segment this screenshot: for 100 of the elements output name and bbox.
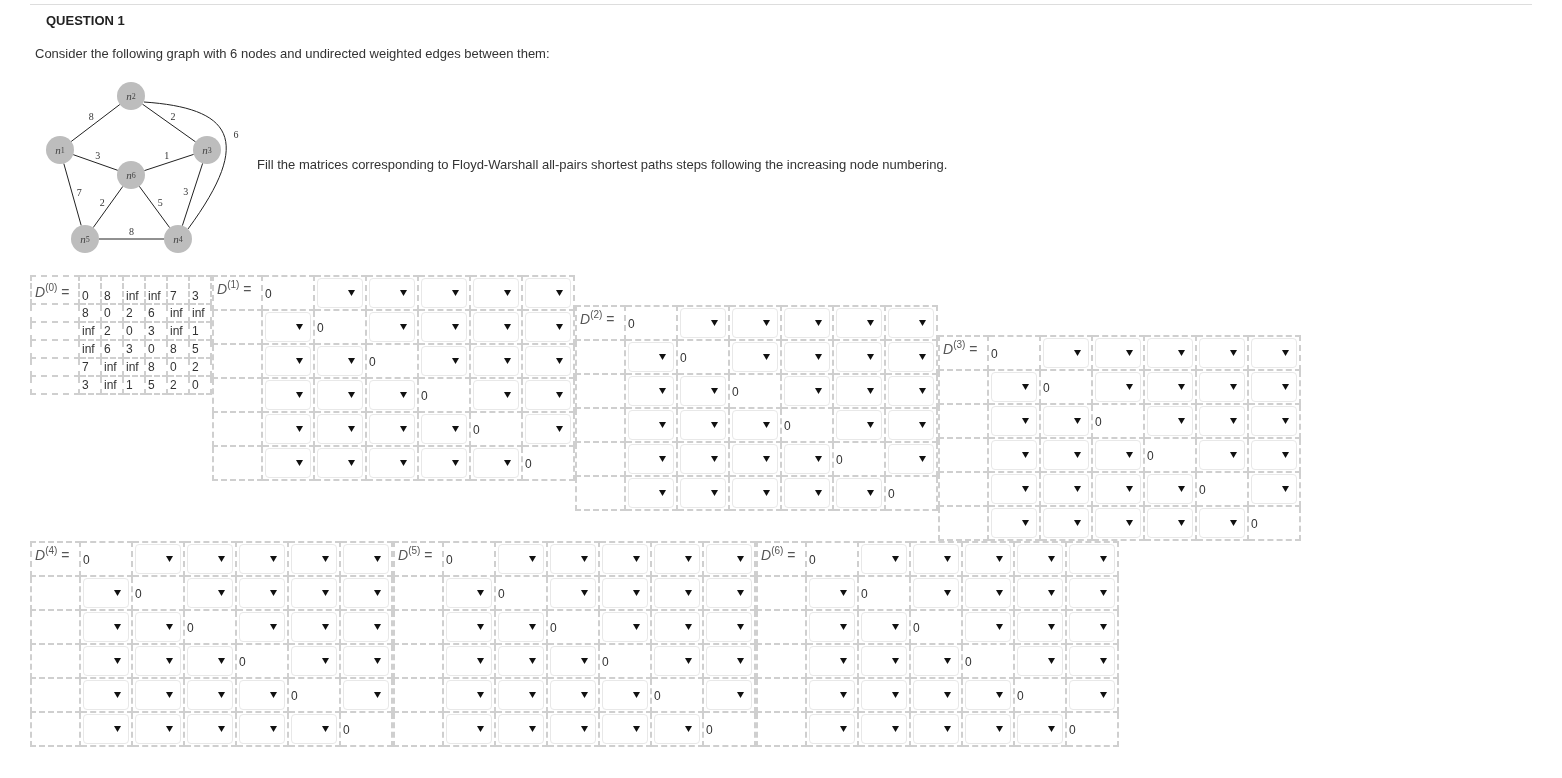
dropdown[interactable] bbox=[473, 448, 519, 478]
dropdown[interactable] bbox=[291, 578, 337, 608]
dropdown[interactable] bbox=[680, 308, 726, 338]
dropdown[interactable] bbox=[369, 448, 415, 478]
dropdown[interactable] bbox=[498, 544, 544, 574]
dropdown[interactable] bbox=[1069, 544, 1115, 574]
dropdown[interactable] bbox=[525, 312, 571, 342]
dropdown[interactable] bbox=[654, 646, 700, 676]
dropdown[interactable] bbox=[550, 544, 596, 574]
dropdown[interactable] bbox=[706, 578, 752, 608]
dropdown[interactable] bbox=[991, 406, 1037, 436]
dropdown[interactable] bbox=[1017, 714, 1063, 744]
dropdown[interactable] bbox=[602, 714, 648, 744]
dropdown[interactable] bbox=[836, 410, 882, 440]
dropdown[interactable] bbox=[913, 680, 959, 710]
dropdown[interactable] bbox=[317, 448, 363, 478]
dropdown[interactable] bbox=[809, 612, 855, 642]
dropdown[interactable] bbox=[187, 680, 233, 710]
dropdown[interactable] bbox=[498, 680, 544, 710]
dropdown[interactable] bbox=[83, 646, 129, 676]
dropdown[interactable] bbox=[83, 680, 129, 710]
dropdown[interactable] bbox=[836, 342, 882, 372]
dropdown[interactable] bbox=[913, 714, 959, 744]
dropdown[interactable] bbox=[1095, 474, 1141, 504]
dropdown[interactable] bbox=[1069, 612, 1115, 642]
dropdown[interactable] bbox=[628, 376, 674, 406]
dropdown[interactable] bbox=[1095, 440, 1141, 470]
dropdown[interactable] bbox=[784, 308, 830, 338]
dropdown[interactable] bbox=[473, 278, 519, 308]
dropdown[interactable] bbox=[446, 578, 492, 608]
dropdown[interactable] bbox=[965, 612, 1011, 642]
dropdown[interactable] bbox=[187, 544, 233, 574]
dropdown[interactable] bbox=[654, 714, 700, 744]
dropdown[interactable] bbox=[680, 478, 726, 508]
dropdown[interactable] bbox=[343, 578, 389, 608]
dropdown[interactable] bbox=[265, 448, 311, 478]
dropdown[interactable] bbox=[732, 308, 778, 338]
dropdown[interactable] bbox=[836, 308, 882, 338]
dropdown[interactable] bbox=[1017, 612, 1063, 642]
dropdown[interactable] bbox=[965, 680, 1011, 710]
dropdown[interactable] bbox=[1199, 372, 1245, 402]
dropdown[interactable] bbox=[291, 544, 337, 574]
dropdown[interactable] bbox=[498, 714, 544, 744]
dropdown[interactable] bbox=[991, 508, 1037, 538]
dropdown[interactable] bbox=[265, 312, 311, 342]
dropdown[interactable] bbox=[1043, 440, 1089, 470]
dropdown[interactable] bbox=[1147, 372, 1193, 402]
dropdown[interactable] bbox=[1095, 338, 1141, 368]
dropdown[interactable] bbox=[861, 646, 907, 676]
dropdown[interactable] bbox=[1069, 646, 1115, 676]
dropdown[interactable] bbox=[265, 380, 311, 410]
dropdown[interactable] bbox=[1199, 338, 1245, 368]
dropdown[interactable] bbox=[1043, 338, 1089, 368]
dropdown[interactable] bbox=[239, 544, 285, 574]
dropdown[interactable] bbox=[861, 544, 907, 574]
dropdown[interactable] bbox=[888, 444, 934, 474]
dropdown[interactable] bbox=[680, 444, 726, 474]
dropdown[interactable] bbox=[1095, 508, 1141, 538]
dropdown[interactable] bbox=[421, 312, 467, 342]
dropdown[interactable] bbox=[550, 714, 596, 744]
dropdown[interactable] bbox=[628, 444, 674, 474]
dropdown[interactable] bbox=[913, 544, 959, 574]
dropdown[interactable] bbox=[135, 680, 181, 710]
dropdown[interactable] bbox=[421, 346, 467, 376]
dropdown[interactable] bbox=[732, 478, 778, 508]
dropdown[interactable] bbox=[861, 612, 907, 642]
dropdown[interactable] bbox=[369, 312, 415, 342]
dropdown[interactable] bbox=[498, 612, 544, 642]
dropdown[interactable] bbox=[1251, 372, 1297, 402]
dropdown[interactable] bbox=[369, 380, 415, 410]
dropdown[interactable] bbox=[732, 342, 778, 372]
dropdown[interactable] bbox=[602, 680, 648, 710]
dropdown[interactable] bbox=[291, 612, 337, 642]
dropdown[interactable] bbox=[1147, 508, 1193, 538]
dropdown[interactable] bbox=[239, 578, 285, 608]
dropdown[interactable] bbox=[369, 414, 415, 444]
dropdown[interactable] bbox=[83, 714, 129, 744]
dropdown[interactable] bbox=[446, 680, 492, 710]
dropdown[interactable] bbox=[317, 414, 363, 444]
dropdown[interactable] bbox=[498, 646, 544, 676]
dropdown[interactable] bbox=[1043, 474, 1089, 504]
dropdown[interactable] bbox=[317, 380, 363, 410]
dropdown[interactable] bbox=[1199, 406, 1245, 436]
dropdown[interactable] bbox=[421, 278, 467, 308]
dropdown[interactable] bbox=[1095, 372, 1141, 402]
dropdown[interactable] bbox=[473, 380, 519, 410]
dropdown[interactable] bbox=[836, 478, 882, 508]
dropdown[interactable] bbox=[965, 544, 1011, 574]
dropdown[interactable] bbox=[809, 680, 855, 710]
dropdown[interactable] bbox=[602, 578, 648, 608]
dropdown[interactable] bbox=[1017, 544, 1063, 574]
dropdown[interactable] bbox=[1251, 474, 1297, 504]
dropdown[interactable] bbox=[913, 578, 959, 608]
dropdown[interactable] bbox=[187, 714, 233, 744]
dropdown[interactable] bbox=[1251, 440, 1297, 470]
dropdown[interactable] bbox=[446, 714, 492, 744]
dropdown[interactable] bbox=[1199, 440, 1245, 470]
dropdown[interactable] bbox=[1017, 578, 1063, 608]
dropdown[interactable] bbox=[861, 680, 907, 710]
dropdown[interactable] bbox=[83, 612, 129, 642]
